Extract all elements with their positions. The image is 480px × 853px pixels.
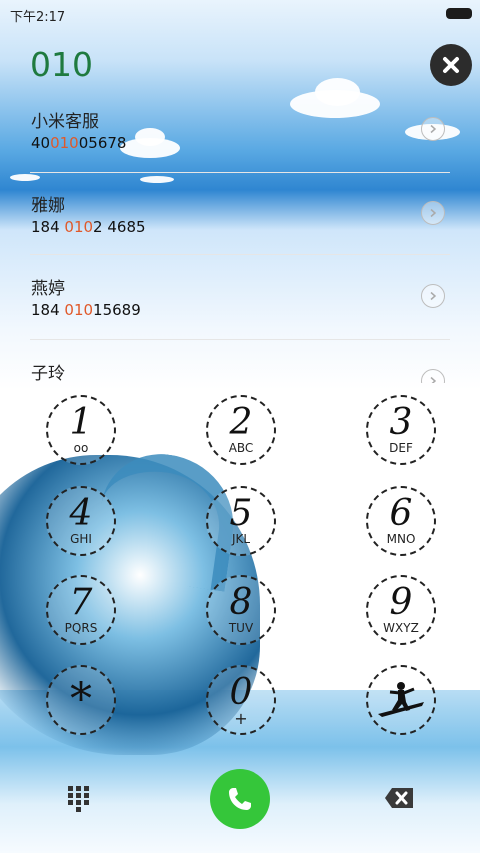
backspace-button[interactable] bbox=[384, 787, 414, 809]
chevron-right-icon[interactable] bbox=[421, 117, 445, 141]
status-time: 下午2:17 bbox=[10, 10, 66, 25]
key-1[interactable]: 1 oo bbox=[46, 395, 116, 465]
contact-name: 燕婷 bbox=[31, 279, 65, 299]
contact-row[interactable]: 雅娜 184 0102 4685 bbox=[0, 172, 480, 257]
contact-row[interactable]: 子玲 bbox=[0, 340, 480, 383]
contact-name: 小米客服 bbox=[31, 112, 99, 132]
contact-name: 雅娜 bbox=[31, 196, 65, 216]
backspace-icon bbox=[385, 788, 413, 808]
contact-row[interactable]: 燕婷 184 01015689 bbox=[0, 255, 480, 340]
key-7[interactable]: 7 PQRS bbox=[46, 575, 116, 645]
contact-name: 子玲 bbox=[31, 364, 65, 383]
chevron-right-icon[interactable] bbox=[421, 201, 445, 225]
key-6[interactable]: 6 MNO bbox=[366, 486, 436, 556]
dial-query: 010 bbox=[30, 45, 93, 84]
key-star[interactable]: * bbox=[46, 665, 116, 735]
chevron-right-icon[interactable] bbox=[421, 284, 445, 308]
chevron-right-icon[interactable] bbox=[421, 369, 445, 383]
key-8[interactable]: 8 TUV bbox=[206, 575, 276, 645]
contact-row[interactable]: 小米客服 4001005678 bbox=[0, 88, 480, 173]
key-pound[interactable] bbox=[366, 665, 436, 735]
surfer-icon bbox=[378, 682, 424, 717]
contact-results: 小米客服 4001005678 雅娜 184 0102 4685 燕婷 184 … bbox=[0, 88, 480, 383]
dialpad-toggle-button[interactable] bbox=[66, 784, 92, 814]
call-button[interactable] bbox=[210, 769, 270, 829]
close-icon bbox=[443, 57, 459, 73]
key-3[interactable]: 3 DEF bbox=[366, 395, 436, 465]
phone-icon bbox=[229, 788, 251, 810]
key-0[interactable]: 0 + bbox=[206, 665, 276, 735]
contact-number: 184 01015689 bbox=[31, 301, 141, 319]
key-5[interactable]: 5 JKL bbox=[206, 486, 276, 556]
voicemail-icon: oo bbox=[73, 440, 89, 455]
status-bar: 下午2:17 bbox=[0, 0, 480, 28]
battery-icon bbox=[446, 8, 472, 19]
key-2[interactable]: 2 ABC bbox=[206, 395, 276, 465]
contact-number: 4001005678 bbox=[31, 134, 127, 152]
dialpad-icon bbox=[68, 786, 89, 812]
clear-query-button[interactable] bbox=[430, 44, 472, 86]
contact-number: 184 0102 4685 bbox=[31, 218, 146, 236]
key-9[interactable]: 9 WXYZ bbox=[366, 575, 436, 645]
key-4[interactable]: 4 GHI bbox=[46, 486, 116, 556]
